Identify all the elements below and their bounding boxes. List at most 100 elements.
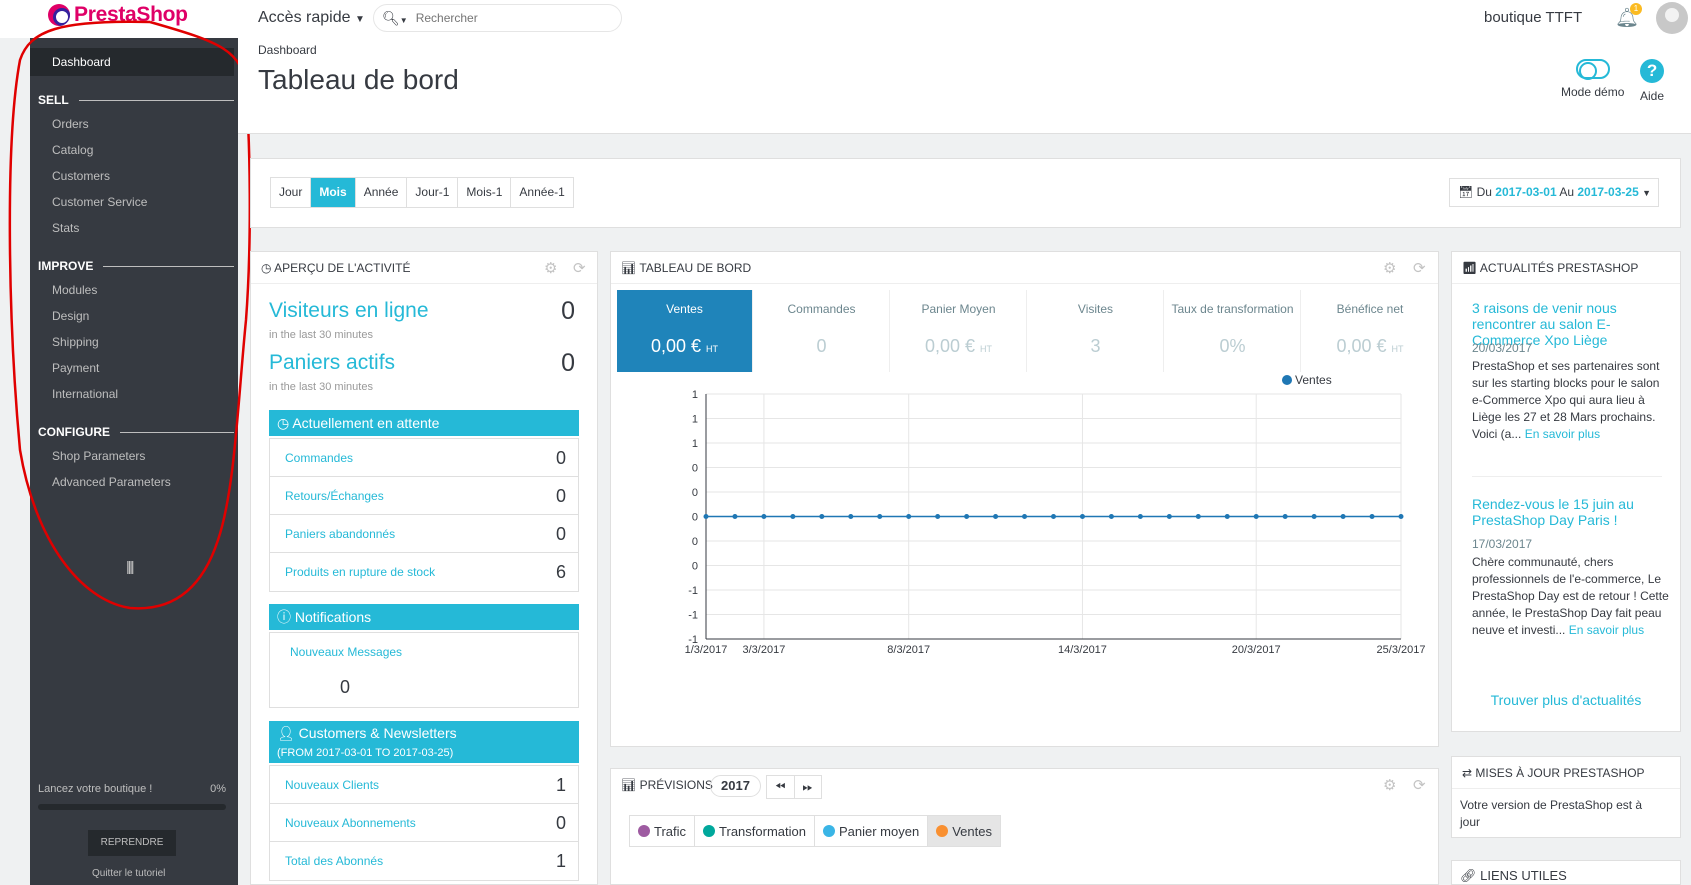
more-news-link[interactable]: Trouver plus d'actualités (1452, 692, 1680, 708)
news-item-title[interactable]: Rendez-vous le 15 juin au PrestaShop Day… (1472, 496, 1662, 528)
quit-tutorial-link[interactable]: Quitter le tutoriel (92, 868, 165, 879)
kpi-value: 0% (1219, 336, 1246, 356)
kpi-commandes[interactable]: Commandes 0 (754, 290, 890, 372)
resume-button[interactable]: REPRENDRE (88, 830, 176, 856)
list-item[interactable]: Nouveaux Clients 1 (270, 766, 578, 804)
data-point (1369, 514, 1375, 519)
data-point (732, 514, 738, 519)
sidebar-item-advanced-parameters[interactable]: Advanced Parameters (52, 475, 171, 489)
demo-mode-button[interactable]: Mode démo (1561, 59, 1624, 99)
chip-trafic[interactable]: Trafic (630, 816, 696, 846)
refresh-icon[interactable]: ⟳ (573, 259, 586, 277)
refresh-icon[interactable]: ⟳ (1413, 259, 1426, 277)
sidebar-item-orders[interactable]: Orders (52, 117, 89, 131)
list-item[interactable]: Produits en rupture de stock 6 (270, 553, 578, 591)
quick-access-menu[interactable]: Accès rapide ▼ (258, 9, 365, 27)
read-more-link[interactable]: En savoir plus (1525, 427, 1600, 441)
row-label[interactable]: Commandes (285, 451, 353, 465)
section-title: CONFIGURE (38, 425, 110, 439)
kpi-panier-moyen[interactable]: Panier Moyen 0,00 € HT (891, 290, 1027, 372)
sidebar-item-catalog[interactable]: Catalog (52, 143, 93, 157)
sidebar-item-dashboard[interactable]: Dashboard (30, 48, 234, 76)
pending-list: Commandes 0 Retours/Échanges 0 Paniers aba… (269, 438, 579, 592)
period-mois[interactable]: Mois (311, 178, 356, 207)
list-item[interactable]: Nouveaux Abonnements 0 (270, 804, 578, 842)
sidebar-item-international[interactable]: International (52, 387, 118, 401)
bar-chart-icon: 📊︎ (621, 261, 637, 275)
next-year-icon[interactable]: ⏩︎ (795, 776, 822, 798)
row-label[interactable]: Produits en rupture de stock (285, 565, 435, 579)
refresh-icon[interactable]: ⟳ (1413, 776, 1426, 794)
breadcrumb[interactable]: Dashboard (258, 43, 317, 57)
forecast-metric-chips: Trafic Transformation Panier moyen Vente… (629, 815, 1001, 847)
prestashop-logo-icon (48, 4, 70, 26)
sidebar-item-modules[interactable]: Modules (52, 283, 97, 297)
rss-icon: 📶︎ (1462, 261, 1478, 275)
toggle-icon (1575, 59, 1610, 80)
list-item[interactable]: Retours/Échanges 0 (270, 477, 578, 515)
year-nav: ⏪︎ ⏩︎ (766, 775, 822, 799)
dot-icon (703, 825, 716, 837)
list-item[interactable]: Commandes 0 (270, 439, 578, 477)
list-item[interactable]: Paniers abandonnés 0 (270, 515, 578, 553)
row-label[interactable]: Nouveaux Clients (285, 778, 379, 792)
kpi-label: Taux de transformation (1171, 302, 1294, 316)
pending-header: ◷ Actuellement en attente (269, 410, 579, 436)
sidebar-item-shipping[interactable]: Shipping (52, 335, 99, 349)
kpi-ventes[interactable]: Ventes 0,00 € HT (617, 290, 753, 372)
help-button[interactable]: ? Aide (1640, 59, 1664, 103)
chip-transformation[interactable]: Transformation (695, 816, 815, 846)
sidebar-item-customers[interactable]: Customers (52, 169, 110, 183)
row-label[interactable]: Retours/Échanges (285, 489, 384, 503)
kpi-taux-transformation[interactable]: Taux de transformation 0% (1165, 290, 1301, 372)
sidebar-item-design[interactable]: Design (52, 309, 89, 323)
kpi-value: 0,00 € (650, 336, 702, 356)
new-messages-link[interactable]: Nouveaux Messages (290, 645, 402, 659)
read-more-link[interactable]: En savoir plus (1569, 623, 1644, 637)
gear-icon[interactable]: ⚙ (544, 259, 557, 277)
data-point (1079, 514, 1085, 519)
row-value: 0 (555, 448, 566, 468)
prestashop-logo[interactable]: PrestaShop (48, 3, 188, 27)
date-mid: Au (1559, 185, 1575, 199)
gear-icon[interactable]: ⚙ (1383, 259, 1396, 277)
period-annee[interactable]: Année (355, 178, 408, 207)
active-carts-link[interactable]: Paniers actifs (269, 351, 395, 375)
dot-icon (936, 825, 949, 837)
sidebar-item-customer-service[interactable]: Customer Service (52, 195, 147, 209)
sidebar-item-payment[interactable]: Payment (52, 361, 99, 375)
period-jour[interactable]: Jour (271, 178, 312, 207)
row-label[interactable]: Nouveaux Abonnements (285, 816, 416, 830)
data-point (1253, 514, 1259, 519)
row-value: 0 (555, 524, 566, 544)
row-value: 1 (555, 775, 566, 795)
row-label[interactable]: Paniers abandonnés (285, 527, 395, 541)
date-from: 2017-03-01 (1495, 185, 1557, 199)
collapse-menu-icon[interactable]: |||| (126, 558, 134, 574)
shop-name-link[interactable]: boutique TTFT (1484, 9, 1582, 26)
useful-links-panel: 🔗︎ LIENS UTILES (1451, 860, 1681, 885)
period-annee-1[interactable]: Année-1 (511, 178, 573, 207)
search-box[interactable]: 🔍︎▼ (373, 4, 622, 32)
kpi-benefice-net[interactable]: Bénéfice net 0,00 € HT (1302, 290, 1438, 372)
kpi-visites[interactable]: Visites 3 (1028, 290, 1164, 372)
avatar[interactable] (1656, 2, 1688, 34)
sidebar-item-shop-parameters[interactable]: Shop Parameters (52, 449, 145, 463)
y-tick-label: 1 (692, 389, 698, 401)
sidebar-item-stats[interactable]: Stats (52, 221, 79, 235)
previous-year-icon[interactable]: ⏪︎ (767, 776, 795, 798)
date-range-picker[interactable]: 📅︎ Du 2017-03-01 Au 2017-03-25 ▼ (1449, 178, 1659, 207)
online-visitors-link[interactable]: Visiteurs en ligne (269, 299, 429, 323)
period-jour-1[interactable]: Jour-1 (407, 178, 459, 207)
y-tick-label: 0 (692, 463, 698, 475)
chip-panier-moyen[interactable]: Panier moyen (815, 816, 929, 846)
gear-icon[interactable]: ⚙ (1383, 776, 1396, 794)
new-messages-value: 0 (340, 677, 351, 697)
chip-ventes[interactable]: Ventes (928, 816, 1000, 846)
period-mois-1[interactable]: Mois-1 (458, 178, 512, 207)
kpi-unit: HT (706, 344, 719, 354)
search-icon[interactable]: 🔍︎▼ (382, 10, 408, 27)
search-input[interactable] (415, 11, 596, 25)
row-label[interactable]: Total des Abonnés (285, 854, 383, 868)
list-item[interactable]: Total des Abonnés 1 (270, 842, 578, 880)
